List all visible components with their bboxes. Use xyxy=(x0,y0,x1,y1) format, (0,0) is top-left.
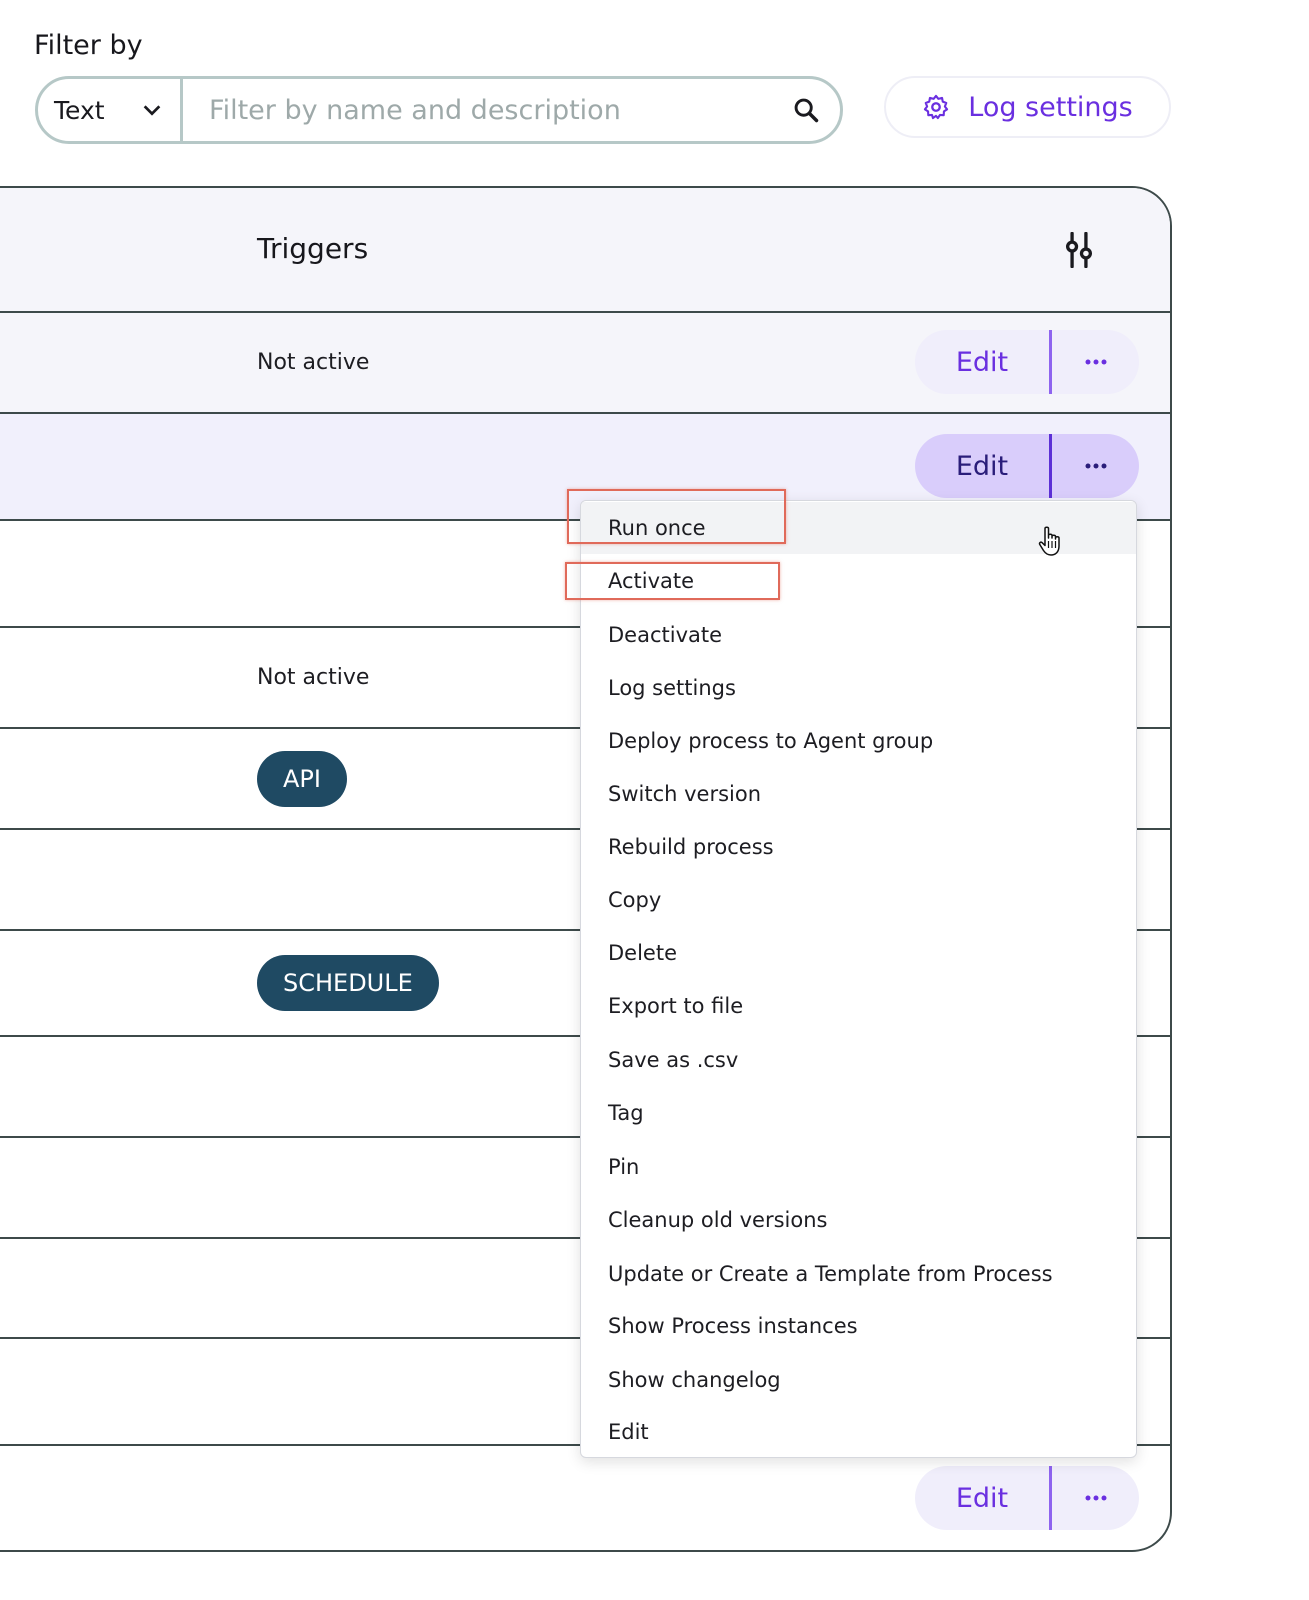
menu-item-edit[interactable]: Edit xyxy=(581,1406,1136,1457)
ellipsis-icon xyxy=(1085,463,1106,469)
more-options-button[interactable] xyxy=(1052,1466,1139,1530)
trigger-badge-api: API xyxy=(257,751,347,807)
filter-type-select[interactable]: Text xyxy=(38,79,183,141)
ellipsis-icon xyxy=(1085,359,1106,365)
filter-label: Filter by xyxy=(34,30,143,61)
row-action-group: Edit xyxy=(915,1466,1139,1530)
highlight-activate xyxy=(565,562,780,600)
menu-item-copy[interactable]: Copy xyxy=(581,874,1136,926)
ellipsis-icon xyxy=(1085,1495,1106,1501)
more-options-button[interactable] xyxy=(1052,330,1139,394)
menu-item-tag[interactable]: Tag xyxy=(581,1087,1136,1139)
menu-item-update-template[interactable]: Update or Create a Template from Process xyxy=(581,1248,1136,1300)
menu-item-cleanup-old-versions[interactable]: Cleanup old versions xyxy=(581,1194,1136,1246)
edit-button[interactable]: Edit xyxy=(915,1466,1049,1530)
row-actions-menu: Run once Activate Deactivate Log setting… xyxy=(580,500,1137,1458)
row-action-group: Edit xyxy=(915,434,1139,498)
trigger-status: Not active xyxy=(257,350,370,375)
gear-icon xyxy=(924,94,949,120)
table-header: Triggers xyxy=(0,188,1170,313)
edit-button[interactable]: Edit xyxy=(915,434,1049,498)
menu-item-switch-version[interactable]: Switch version xyxy=(581,768,1136,820)
table-row: Not active Edit xyxy=(0,313,1170,414)
filter-type-value: Text xyxy=(54,95,105,125)
trigger-status: Not active xyxy=(257,665,370,690)
filter-search-input[interactable] xyxy=(183,78,792,142)
hand-cursor-icon xyxy=(1038,526,1060,556)
search-icon[interactable] xyxy=(792,96,820,124)
menu-item-log-settings[interactable]: Log settings xyxy=(581,662,1136,714)
row-action-group: Edit xyxy=(915,330,1139,394)
menu-item-deactivate[interactable]: Deactivate xyxy=(581,609,1136,661)
log-settings-label: Log settings xyxy=(968,91,1133,123)
menu-item-show-changelog[interactable]: Show changelog xyxy=(581,1354,1136,1406)
edit-button[interactable]: Edit xyxy=(915,330,1049,394)
more-options-button[interactable] xyxy=(1052,434,1139,498)
triggers-column-header: Triggers xyxy=(257,232,369,265)
trigger-badge-schedule: SCHEDULE xyxy=(257,955,439,1011)
menu-item-delete[interactable]: Delete xyxy=(581,927,1136,979)
menu-item-deploy-process[interactable]: Deploy process to Agent group xyxy=(581,715,1136,767)
menu-item-pin[interactable]: Pin xyxy=(581,1141,1136,1193)
table-row: Edit xyxy=(0,1446,1170,1550)
column-settings-icon[interactable] xyxy=(1062,232,1096,268)
highlight-run-once xyxy=(567,489,786,544)
menu-item-show-process-instances[interactable]: Show Process instances xyxy=(581,1300,1136,1352)
menu-item-export-to-file[interactable]: Export to file xyxy=(581,980,1136,1032)
menu-item-save-as-csv[interactable]: Save as .csv xyxy=(581,1034,1136,1086)
menu-item-rebuild-process[interactable]: Rebuild process xyxy=(581,821,1136,873)
log-settings-button[interactable]: Log settings xyxy=(884,76,1171,138)
filter-bar: Text xyxy=(35,76,843,144)
chevron-down-icon xyxy=(143,105,160,116)
